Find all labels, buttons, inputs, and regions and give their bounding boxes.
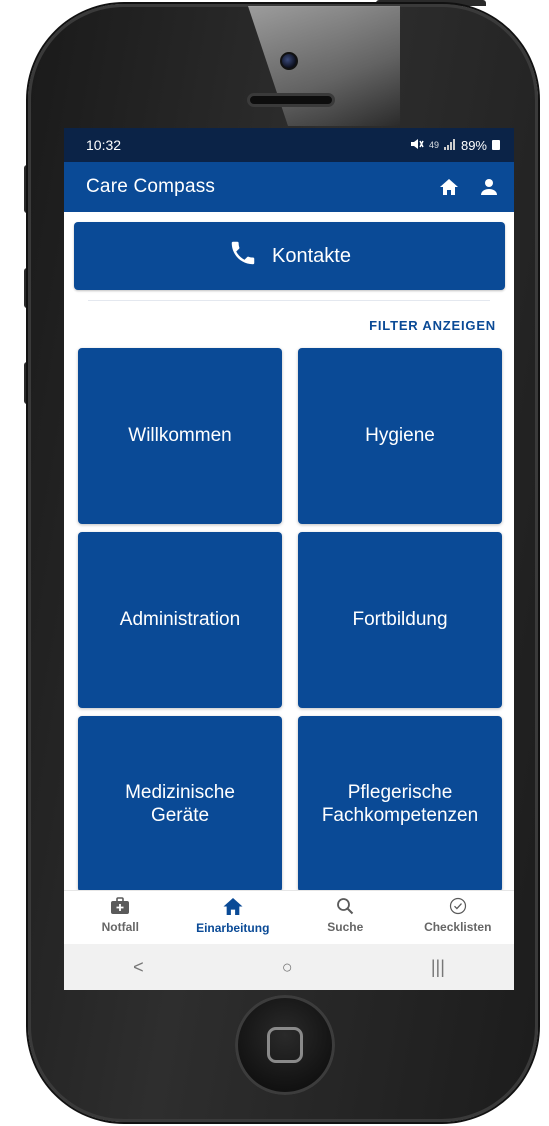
earpiece-speaker	[247, 93, 335, 107]
page: 10:32 49 89% Care Compass Kontakte FILTE…	[0, 0, 549, 1126]
contacts-button[interactable]: Kontakte	[74, 222, 505, 290]
category-grid: Willkommen Hygiene Administration Fortbi…	[78, 348, 502, 892]
search-icon	[336, 897, 354, 918]
front-camera	[280, 52, 298, 70]
nav-item-einarbeitung[interactable]: Einarbeitung	[183, 897, 283, 935]
home-icon	[222, 897, 244, 919]
status-time: 10:32	[86, 137, 122, 153]
hardware-home-button-square	[267, 1027, 303, 1063]
nav-item-checklisten[interactable]: Checklisten	[408, 897, 508, 934]
network-label: 49	[428, 140, 439, 150]
tile-pflegerische-fachkompetenzen[interactable]: Pflegerische Fachkompetenzen	[298, 716, 502, 892]
nav-label-checklisten: Checklisten	[424, 920, 492, 934]
system-navigation-bar: < ○ |||	[64, 944, 514, 990]
home-button[interactable]: ○	[282, 957, 293, 978]
check-circle-icon	[449, 897, 467, 918]
nav-item-notfall[interactable]: Notfall	[70, 897, 170, 934]
nav-label-einarbeitung: Einarbeitung	[196, 921, 270, 935]
app-bar-actions	[438, 176, 500, 198]
mute-icon	[410, 138, 424, 153]
divider	[88, 300, 490, 301]
status-indicators: 49 89%	[410, 138, 500, 153]
battery-icon	[492, 140, 500, 150]
tile-administration[interactable]: Administration	[78, 532, 282, 708]
recents-button[interactable]: |||	[431, 957, 445, 978]
nav-item-suche[interactable]: Suche	[295, 897, 395, 934]
tile-hygiene[interactable]: Hygiene	[298, 348, 502, 524]
battery-percentage: 89%	[460, 137, 487, 153]
app-title: Care Compass	[86, 176, 216, 197]
tile-willkommen[interactable]: Willkommen	[78, 348, 282, 524]
filter-toggle-link[interactable]: FILTER ANZEIGEN	[369, 318, 496, 333]
phone-icon	[228, 238, 258, 274]
status-bar: 10:32 49 89%	[64, 128, 514, 162]
user-icon[interactable]	[478, 176, 500, 198]
nav-label-notfall: Notfall	[101, 920, 139, 934]
nav-label-suche: Suche	[327, 920, 364, 934]
contacts-label: Kontakte	[272, 244, 351, 267]
tile-fortbildung[interactable]: Fortbildung	[298, 532, 502, 708]
home-icon[interactable]	[438, 176, 460, 198]
app-bar: Care Compass	[64, 162, 514, 212]
signal-icon	[443, 138, 456, 153]
first-aid-icon	[110, 897, 130, 918]
back-button[interactable]: <	[133, 957, 144, 978]
bottom-navigation: Notfall Einarbeitung Suche Checklisten	[64, 890, 514, 944]
app-screen: 10:32 49 89% Care Compass Kontakte FILTE…	[64, 128, 514, 990]
tile-medizinische-geraete[interactable]: Medizinische Geräte	[78, 716, 282, 892]
